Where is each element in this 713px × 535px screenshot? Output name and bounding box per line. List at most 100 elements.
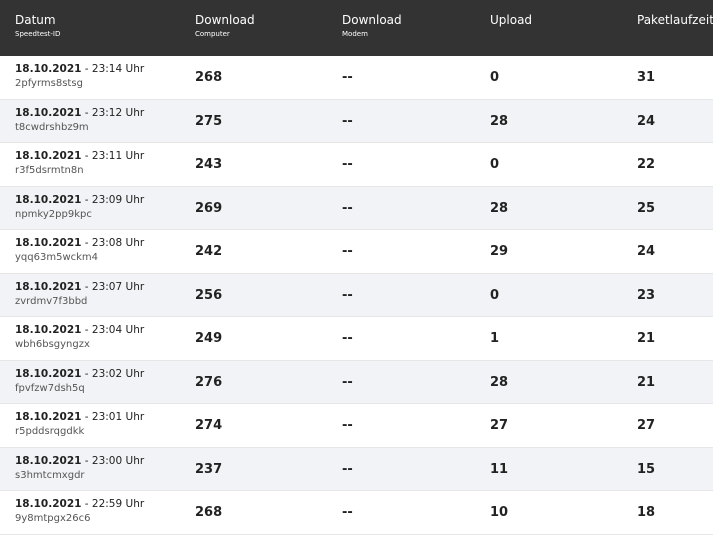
- column-header-upload: Upload: [490, 13, 532, 27]
- column-header-label: Datum: [15, 13, 56, 27]
- row-latency: 31: [637, 70, 656, 85]
- row-upload: 28: [490, 113, 509, 129]
- column-header-date: Datum Speedtest-ID: [15, 13, 60, 39]
- row-speedtest-id: yqq63m5wckm4: [15, 252, 99, 263]
- row-upload: 11: [490, 461, 509, 477]
- column-header-sublabel: Computer: [195, 30, 230, 38]
- column-header-download-modem: Download Modem: [342, 13, 402, 39]
- row-date: 18.10.2021: [15, 498, 82, 510]
- row-time: - 23:02 Uhr: [84, 367, 145, 380]
- row-date: 18.10.2021: [15, 280, 82, 293]
- row-speedtest-id: r3f5dsrmtn8n: [15, 165, 84, 176]
- table-header: Datum Speedtest-ID Download Computer Dow…: [0, 0, 713, 56]
- row-date: 18.10.2021: [15, 237, 82, 249]
- row-download-modem: --: [342, 287, 353, 303]
- row-download-computer: 268: [195, 70, 223, 85]
- row-speedtest-id: t8cwdrshbz9m: [15, 121, 89, 133]
- row-time: - 23:12 Uhr: [84, 106, 145, 119]
- row-datetime: 18.10.2021 - 23:07 Uhr: [15, 281, 144, 294]
- row-download-modem: --: [342, 461, 353, 477]
- row-datetime: 18.10.2021 - 23:14 Uhr: [15, 63, 144, 76]
- row-download-computer: 274: [195, 418, 223, 433]
- row-time: - 23:11 Uhr: [84, 150, 145, 162]
- row-latency: 18: [637, 505, 656, 520]
- row-upload: 28: [490, 374, 509, 390]
- row-datetime: 18.10.2021 - 23:11 Uhr: [15, 150, 144, 163]
- column-header-sublabel: Modem: [342, 30, 368, 38]
- row-upload: 0: [490, 157, 500, 172]
- table-body: 18.10.2021 - 23:14 Uhr 2pfyrms8stsg 268 -- 0…: [0, 56, 713, 535]
- row-datetime: 18.10.2021 - 22:59 Uhr: [15, 498, 144, 511]
- row-speedtest-id: zvrdmv7f3bbd: [15, 295, 88, 307]
- row-download-computer: 243: [195, 157, 223, 172]
- column-header-label: Upload: [490, 13, 533, 27]
- row-speedtest-id: wbh6bsgyngzx: [15, 339, 90, 350]
- row-latency: 21: [637, 374, 656, 390]
- row-download-modem: --: [342, 505, 353, 520]
- row-download-computer: 269: [195, 200, 223, 216]
- column-header-sublabel: Speedtest-ID: [15, 30, 61, 38]
- column-header-label: Paketlaufzeit: [637, 13, 713, 27]
- row-date: 18.10.2021: [15, 150, 82, 162]
- row-download-computer: 275: [195, 113, 223, 129]
- row-latency: 24: [637, 113, 656, 129]
- row-date: 18.10.2021: [15, 454, 82, 467]
- table-row: 18.10.2021 - 23:07 Uhr zvrdmv7f3bbd 256 -- 0…: [0, 273, 713, 317]
- row-time: - 22:59 Uhr: [84, 498, 145, 510]
- row-time: - 23:08 Uhr: [84, 237, 145, 249]
- row-download-computer: 242: [195, 244, 223, 259]
- table-row: 18.10.2021 - 23:02 Uhr fpvfzw7dsh5q 276 -- 2…: [0, 360, 713, 404]
- table-row: 18.10.2021 - 23:01 Uhr r5pddsrqgdkk 274 -- 2…: [0, 404, 713, 448]
- row-latency: 15: [637, 461, 656, 477]
- table-row: 18.10.2021 - 22:59 Uhr 9y8mtpgx26c6 268 -- 1…: [0, 491, 713, 535]
- row-time: - 23:00 Uhr: [84, 454, 145, 467]
- row-download-computer: 276: [195, 374, 223, 390]
- row-download-modem: --: [342, 244, 353, 259]
- row-upload: 27: [490, 418, 509, 433]
- row-date: 18.10.2021: [15, 367, 82, 380]
- row-latency: 24: [637, 244, 656, 259]
- row-datetime: 18.10.2021 - 23:04 Uhr: [15, 324, 144, 337]
- row-download-computer: 256: [195, 287, 223, 303]
- row-date: 18.10.2021: [15, 106, 82, 119]
- row-download-modem: --: [342, 200, 353, 216]
- row-datetime: 18.10.2021 - 23:08 Uhr: [15, 237, 144, 250]
- row-download-modem: --: [342, 374, 353, 390]
- table-row: 18.10.2021 - 23:04 Uhr wbh6bsgyngzx 249 -- 1…: [0, 317, 713, 361]
- row-latency: 21: [637, 331, 656, 346]
- row-download-computer: 237: [195, 461, 223, 477]
- row-download-modem: --: [342, 331, 353, 346]
- column-header-download-computer: Download Computer: [195, 13, 255, 39]
- row-download-modem: --: [342, 113, 353, 129]
- row-upload: 0: [490, 70, 500, 85]
- table-row: 18.10.2021 - 23:08 Uhr yqq63m5wckm4 242 -- 2…: [0, 230, 713, 274]
- row-speedtest-id: s3hmtcmxgdr: [15, 469, 85, 481]
- row-upload: 10: [490, 505, 509, 520]
- row-datetime: 18.10.2021 - 23:00 Uhr: [15, 455, 144, 468]
- row-datetime: 18.10.2021 - 23:12 Uhr: [15, 107, 144, 120]
- row-speedtest-id: 2pfyrms8stsg: [15, 78, 83, 89]
- row-speedtest-id: npmky2pp9kpc: [15, 208, 92, 220]
- row-date: 18.10.2021: [15, 63, 82, 75]
- row-datetime: 18.10.2021 - 23:02 Uhr: [15, 368, 144, 381]
- table-row: 18.10.2021 - 23:00 Uhr s3hmtcmxgdr 237 -- 11…: [0, 447, 713, 491]
- table-row: 18.10.2021 - 23:09 Uhr npmky2pp9kpc 269 -- 2…: [0, 186, 713, 230]
- row-datetime: 18.10.2021 - 23:01 Uhr: [15, 411, 144, 424]
- row-time: - 23:14 Uhr: [84, 63, 145, 75]
- speedtest-results-table: Datum Speedtest-ID Download Computer Dow…: [0, 0, 713, 535]
- row-time: - 23:09 Uhr: [84, 193, 145, 206]
- row-download-modem: --: [342, 418, 353, 433]
- row-speedtest-id: 9y8mtpgx26c6: [15, 513, 91, 524]
- row-date: 18.10.2021: [15, 411, 82, 423]
- row-speedtest-id: r5pddsrqgdkk: [15, 426, 85, 437]
- row-download-computer: 249: [195, 331, 223, 346]
- column-header-label: Download: [342, 13, 402, 27]
- row-time: - 23:01 Uhr: [84, 411, 145, 423]
- table-row: 18.10.2021 - 23:14 Uhr 2pfyrms8stsg 268 -- 0…: [0, 56, 713, 100]
- row-date: 18.10.2021: [15, 193, 82, 206]
- row-latency: 22: [637, 157, 656, 172]
- row-upload: 29: [490, 244, 509, 259]
- table-row: 18.10.2021 - 23:11 Uhr r3f5dsrmtn8n 243 -- 0…: [0, 143, 713, 187]
- column-header-latency: Paketlaufzeit: [637, 13, 713, 27]
- row-time: - 23:07 Uhr: [84, 280, 145, 293]
